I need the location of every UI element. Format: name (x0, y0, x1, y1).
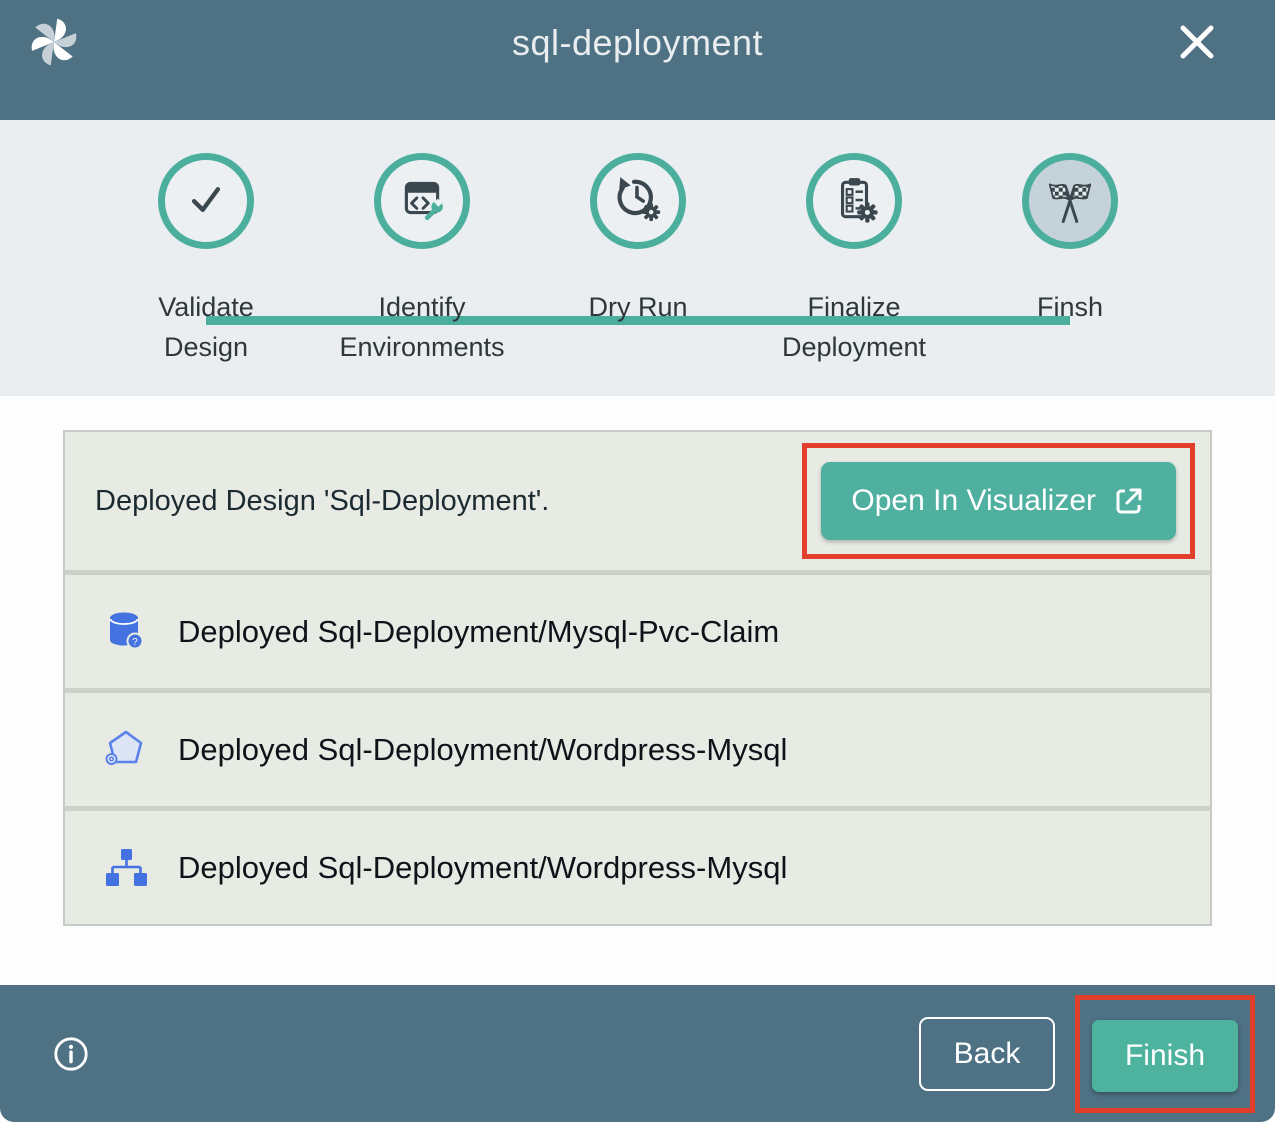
step-validate-design[interactable]: Validate Design (98, 153, 314, 367)
dialog-footer: Back Finish (0, 985, 1275, 1122)
deployment-icon (102, 844, 150, 892)
deployed-design-row: Deployed Design 'Sql-Deployment'. Open I… (65, 432, 1210, 570)
deployed-resource-row: ? Deployed Sql-Deployment/Mysql-Pvc-Clai… (65, 570, 1210, 688)
back-button[interactable]: Back (919, 1017, 1055, 1091)
step-label: Dry Run (588, 287, 687, 327)
deployed-resource-row: Deployed Sql-Deployment/Wordpress-Mysql (65, 688, 1210, 806)
pod-icon (102, 726, 150, 774)
checklist-gear-icon (829, 174, 879, 229)
wizard-stepper: Validate Design (0, 120, 1275, 396)
close-icon[interactable] (1177, 22, 1217, 62)
resource-text: Deployed Sql-Deployment/Wordpress-Mysql (178, 850, 787, 886)
step-circle[interactable] (590, 153, 686, 249)
history-gear-icon (613, 174, 663, 229)
result-list: Deployed Design 'Sql-Deployment'. Open I… (63, 430, 1212, 926)
resource-text: Deployed Sql-Deployment/Wordpress-Mysql (178, 732, 787, 768)
step-circle[interactable] (806, 153, 902, 249)
step-label: Identify Environments (339, 287, 504, 367)
external-link-icon (1112, 484, 1146, 518)
step-label: Finsh (1037, 287, 1103, 327)
step-circle[interactable] (374, 153, 470, 249)
info-icon[interactable] (52, 1035, 90, 1073)
step-circle[interactable] (1022, 153, 1118, 249)
checkered-flags-icon (1043, 172, 1097, 231)
deployed-resource-row: Deployed Sql-Deployment/Wordpress-Mysql (65, 806, 1210, 924)
step-dry-run[interactable]: Dry Run (530, 153, 746, 367)
finish-button[interactable]: Finish (1092, 1020, 1238, 1092)
step-finalize-deployment[interactable]: Finalize Deployment (746, 153, 962, 367)
step-identify-environments[interactable]: Identify Environments (314, 153, 530, 367)
dialog-header: sql-deployment (0, 0, 1275, 120)
visualizer-highlight-box: Open In Visualizer (802, 443, 1195, 559)
database-icon: ? (102, 608, 150, 656)
deployment-wizard-dialog: sql-deployment Validate (0, 0, 1275, 1122)
deployed-design-message: Deployed Design 'Sql-Deployment'. (95, 485, 549, 518)
dialog-title: sql-deployment (0, 22, 1275, 64)
open-in-visualizer-button[interactable]: Open In Visualizer (821, 462, 1176, 540)
deployment-results: Deployed Design 'Sql-Deployment'. Open I… (0, 396, 1275, 985)
finish-highlight-box: Finish (1075, 995, 1255, 1113)
resource-text: Deployed Sql-Deployment/Mysql-Pvc-Claim (178, 614, 779, 650)
code-config-icon (397, 174, 447, 229)
svg-text:?: ? (132, 637, 138, 648)
step-label: Finalize Deployment (782, 287, 926, 367)
step-circle[interactable] (158, 153, 254, 249)
step-finsh[interactable]: Finsh (962, 153, 1178, 367)
check-icon (180, 173, 232, 230)
step-label: Validate Design (158, 287, 254, 367)
